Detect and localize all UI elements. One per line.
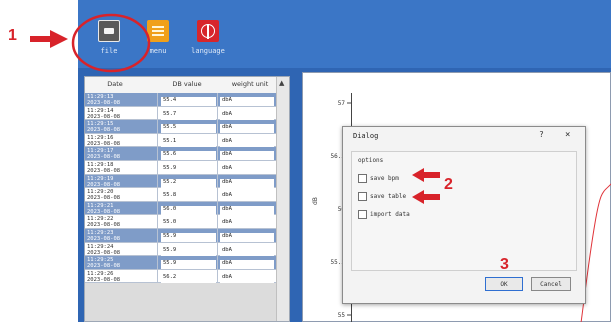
date-cell-day: 2023-08-08 (87, 235, 121, 242)
date-cell-day: 2023-08-08 (87, 140, 121, 147)
header-weight-unit[interactable]: weight unit (223, 80, 277, 88)
unit-cell[interactable]: dbA (220, 151, 274, 161)
db-value-cell[interactable]: 55.5 (161, 124, 216, 134)
close-button[interactable]: × (565, 130, 570, 140)
save-bpm-label: save bpm (370, 175, 399, 182)
save-bpm-checkbox[interactable] (358, 174, 367, 183)
db-value-cell[interactable]: 55.7 (161, 110, 216, 120)
table-row[interactable]: 11:29:26 2023-08-08 56.2 dbA (85, 269, 277, 284)
db-value-cell[interactable]: 55.0 (161, 219, 216, 229)
table-row[interactable]: 11:29:20 2023-08-08 55.8 dbA (85, 188, 277, 202)
table-row[interactable]: 11:29:18 2023-08-08 55.9 dbA (85, 160, 277, 175)
step-1-arrow (30, 30, 68, 48)
unit-cell[interactable]: dbA (220, 164, 274, 174)
unit-cell[interactable]: dbA (220, 219, 274, 229)
db-value-cell[interactable]: 55.4 (161, 97, 216, 106)
unit-cell[interactable]: dbA (220, 97, 274, 106)
y-tick-label: 57 (338, 100, 346, 107)
table-row[interactable]: 11:29:13 2023-08-08 55.4 dbA (85, 93, 277, 107)
step-2-label: 2 (444, 176, 453, 193)
import-data-option[interactable]: import data (358, 210, 410, 222)
table-row[interactable]: 11:29:21 2023-08-08 56.0 dbA (85, 201, 277, 216)
unit-cell[interactable]: dbA (220, 205, 274, 215)
db-value-cell[interactable]: 55.8 (161, 192, 216, 202)
date-cell-day: 2023-08-08 (87, 167, 121, 174)
save-table-option[interactable]: save table (358, 192, 406, 204)
table-row[interactable]: 11:29:23 2023-08-08 55.9 dbA (85, 228, 277, 243)
save-table-checkbox[interactable] (358, 192, 367, 201)
date-cell-day: 2023-08-08 (87, 208, 121, 215)
db-value-cell[interactable]: 55.9 (161, 260, 216, 270)
step-2-arrow-b (412, 190, 440, 204)
unit-cell[interactable]: dbA (220, 110, 274, 120)
language-label: language (191, 47, 225, 55)
table-header: Date DB value weight unit (85, 77, 277, 94)
unit-cell[interactable]: dbA (220, 246, 274, 256)
language-button[interactable]: language (178, 12, 238, 64)
db-value-cell[interactable]: 56.2 (161, 273, 216, 283)
date-cell-day: 2023-08-08 (87, 276, 121, 283)
db-value-cell[interactable]: 55.9 (161, 232, 216, 242)
unit-cell[interactable]: dbA (220, 192, 274, 202)
unit-cell[interactable]: dbA (220, 273, 274, 283)
db-value-cell[interactable]: 55.1 (161, 137, 216, 147)
help-button[interactable]: ? (539, 130, 544, 139)
table-row[interactable]: 11:29:22 2023-08-08 55.0 dbA (85, 215, 277, 229)
unit-cell[interactable]: dbA (220, 178, 274, 188)
table-body: 11:29:13 2023-08-08 55.4 dbA 11:29:14 2023-08… (85, 93, 277, 284)
scroll-up-icon[interactable]: ▲ (279, 79, 284, 87)
db-value-cell[interactable]: 55.2 (161, 178, 216, 188)
table-row[interactable]: 11:29:24 2023-08-08 55.9 dbA (85, 242, 277, 257)
table-row[interactable]: 11:29:25 2023-08-08 55.9 dbA (85, 256, 277, 270)
step-2-arrow-a (412, 168, 440, 182)
options-group-title: options (358, 157, 384, 164)
cancel-button[interactable]: Cancel (531, 277, 571, 291)
toolbar: file menu language (78, 0, 611, 68)
globe-icon (197, 20, 219, 42)
date-cell-day: 2023-08-08 (87, 263, 121, 270)
y-axis-label: dB (312, 197, 319, 205)
date-cell-day: 2023-08-08 (87, 195, 121, 202)
options-dialog: Dialog ? × options save bpm save table i… (342, 126, 586, 304)
step-1-label: 1 (8, 27, 17, 44)
db-value-cell[interactable]: 55.9 (161, 164, 216, 174)
date-cell-day: 2023-08-08 (87, 181, 121, 188)
options-group: options save bpm save table import data (351, 151, 577, 271)
table-row[interactable]: 11:29:15 2023-08-08 55.5 dbA (85, 120, 277, 134)
header-date[interactable]: Date (95, 80, 135, 88)
y-tick-label: 55 (338, 312, 346, 319)
save-table-label: save table (370, 193, 407, 200)
unit-cell[interactable]: dbA (220, 232, 274, 242)
unit-cell[interactable]: dbA (220, 137, 274, 147)
data-table: Date DB value weight unit 11:29:13 2023-0… (84, 76, 290, 322)
unit-cell[interactable]: dbA (220, 260, 274, 270)
import-data-label: import data (370, 211, 410, 218)
unit-cell[interactable]: dbA (220, 124, 274, 134)
table-row[interactable]: 11:29:19 2023-08-08 55.2 dbA (85, 174, 277, 189)
table-row[interactable]: 11:29:17 2023-08-08 55.6 dbA (85, 147, 277, 161)
table-row[interactable]: 11:29:14 2023-08-08 55.7 dbA (85, 106, 277, 121)
date-cell-day: 2023-08-08 (87, 222, 121, 229)
date-cell-day: 2023-08-08 (87, 113, 121, 120)
date-cell-day: 2023-08-08 (87, 100, 121, 106)
ok-button[interactable]: OK (485, 277, 523, 291)
db-value-cell[interactable]: 55.9 (161, 246, 216, 256)
date-cell-day: 2023-08-08 (87, 154, 121, 161)
header-db-value[interactable]: DB value (167, 80, 207, 88)
date-cell-day: 2023-08-08 (87, 249, 121, 256)
step-1-highlight-circle (71, 13, 151, 73)
dialog-title: Dialog (353, 132, 379, 140)
import-data-checkbox[interactable] (358, 210, 367, 219)
step-3-label: 3 (500, 256, 509, 273)
table-scrollbar[interactable]: ▲ (276, 77, 289, 321)
date-cell-day: 2023-08-08 (87, 127, 121, 134)
db-value-cell[interactable]: 55.6 (161, 151, 216, 161)
save-bpm-option[interactable]: save bpm (358, 174, 399, 186)
db-value-cell[interactable]: 56.0 (161, 205, 216, 215)
table-row[interactable]: 11:29:16 2023-08-08 55.1 dbA (85, 133, 277, 148)
